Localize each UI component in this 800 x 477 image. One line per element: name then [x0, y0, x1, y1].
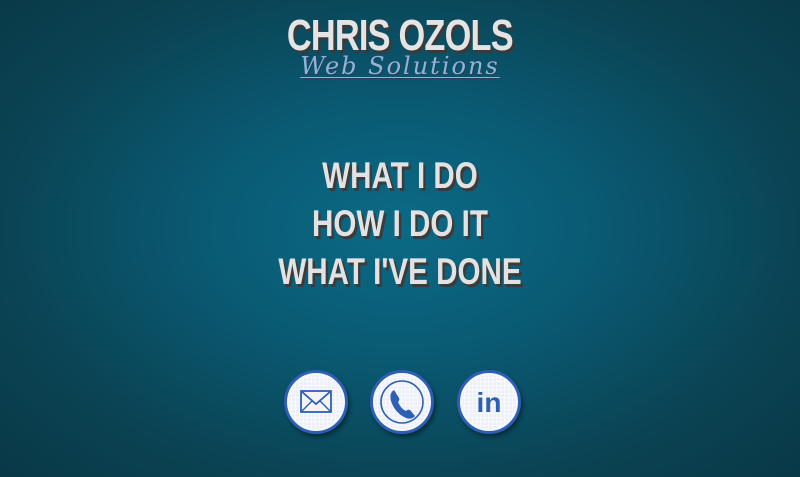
linkedin-label: in	[477, 387, 502, 418]
email-button[interactable]	[284, 370, 348, 434]
main-nav: WHAT I DO HOW I DO IT WHAT I'VE DONE	[0, 152, 800, 296]
nav-link-what-i-do[interactable]: WHAT I DO	[80, 152, 720, 200]
linkedin-icon: in	[477, 387, 502, 418]
phone-icon	[380, 380, 424, 424]
nav-link-what-ive-done[interactable]: WHAT I'VE DONE	[80, 248, 720, 296]
nav-link-how-i-do-it[interactable]: HOW I DO IT	[80, 200, 720, 248]
phone-button[interactable]	[370, 370, 434, 434]
brand-tagline: Web Solutions	[300, 52, 500, 80]
linkedin-button[interactable]: in	[457, 370, 521, 434]
social-links: in	[0, 370, 800, 434]
envelope-icon	[300, 390, 332, 413]
